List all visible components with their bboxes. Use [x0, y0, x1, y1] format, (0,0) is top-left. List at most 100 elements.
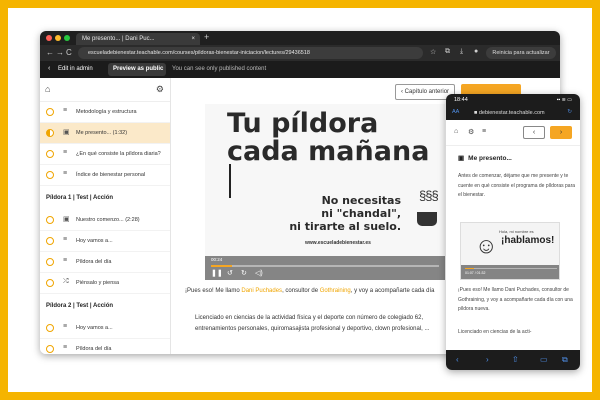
video-time: 00:24 [211, 257, 223, 262]
video-subtitle-line: No necesitas [321, 194, 401, 207]
sidebar-lecture-item[interactable]: ▣ Me presento... (1:32) [40, 123, 170, 144]
video-icon: ▣ [63, 216, 70, 223]
sidebar-item-label: Me presento... (1:32) [76, 130, 128, 136]
video-progress-bar[interactable] [211, 265, 439, 267]
phone-time: 18:44 [454, 97, 468, 103]
sidebar-lecture-item[interactable]: ≡ Píldora del día [40, 339, 170, 354]
minimize-window-button[interactable] [55, 35, 61, 41]
list-icon: ≡ [63, 257, 68, 264]
sidebar-lecture-item[interactable]: ≡ Hoy vamos a... [40, 231, 170, 252]
reload-icon[interactable]: ↻ [567, 109, 572, 115]
author-link[interactable]: Dani Puchades [241, 288, 282, 294]
phone-screen: 18:44 ▪▪ ≋ ▭ AA ■ debienestar.teachable.… [446, 94, 580, 370]
sidebar-lecture-item[interactable]: ≡ Índice de bienestar personal [40, 165, 170, 186]
sidebar-lecture-item[interactable]: ▣ Nuestro comenzo... (2:28) [40, 210, 170, 231]
intro-prefix: ¡Pues eso! Me llamo [185, 288, 242, 294]
sidebar-lecture-item[interactable]: ≡ Píldora del día [40, 252, 170, 273]
video-icon: ▣ [63, 129, 70, 136]
list-icon: ≡ [63, 323, 68, 330]
sidebar-lecture-item[interactable]: ≡ ¿En qué consiste la píldora diaria? [40, 144, 170, 165]
gear-icon[interactable]: ⚙ [156, 84, 164, 95]
tab-close-icon[interactable]: × [191, 33, 195, 45]
back-icon[interactable]: ← [46, 48, 54, 57]
phone-paragraph: ¡Pues eso! Me llamo Dani Puchades, consu… [458, 287, 573, 312]
video-title: Tu píldora cada mañana [227, 110, 429, 166]
video-subtitle-line: ni "chandal", [321, 207, 401, 220]
sidebar-item-label: Índice de bienestar personal [76, 172, 146, 178]
progress-circle-icon [46, 258, 54, 266]
home-icon[interactable]: ⌂ [45, 84, 50, 94]
phone-video-player[interactable]: ☺ Hola, mi nombre es ¡hablamos! 01:07 / … [460, 222, 560, 280]
signal-icon: ▪▪ ≋ ▭ [556, 97, 572, 103]
url-input[interactable]: escueladebienestar.teachable.com/courses… [78, 47, 423, 59]
list-icon: ≡ [63, 170, 68, 177]
phone-status-bar: 18:44 ▪▪ ≋ ▭ [446, 94, 580, 106]
gear-icon[interactable]: ⚙ [468, 128, 474, 136]
menu-icon[interactable]: ≡ [482, 128, 486, 135]
browser-tab[interactable]: Me presento... | Dani Puc... × [76, 33, 200, 45]
sidebar-lecture-item[interactable]: ≡ Hoy vamos a... [40, 318, 170, 339]
reload-icon[interactable]: C [66, 48, 72, 57]
video-progress-fill [211, 265, 232, 267]
forward-icon[interactable]: ↻ [241, 269, 247, 277]
preview-note: You can see only published content [172, 66, 267, 72]
video-title-line: Tu píldora [227, 108, 379, 139]
sidebar-lecture-item[interactable]: ⤮ Piénsalo y piensa [40, 273, 170, 294]
phone-toolbar: ⌂ ⚙ ≡ ‹ › [446, 120, 580, 146]
sidebar-item-label: Metodología y estructura [76, 109, 137, 115]
sidebar-item-label: Nuestro comenzo... (2:28) [76, 217, 140, 223]
phone-url[interactable]: ■ debienestar.teachable.com [474, 110, 545, 116]
share-icon[interactable]: ⇧ [512, 355, 519, 364]
profile-avatar-icon[interactable]: ● [474, 48, 478, 55]
list-icon: ≡ [63, 149, 68, 156]
tabs-icon[interactable]: ⧉ [562, 355, 568, 365]
sidebar-item-label: Píldora del día [76, 346, 112, 352]
sidebar-item-label: ¿En qué consiste la píldora diaria? [76, 151, 161, 157]
sidebar-item-label: Piénsalo y piensa [76, 280, 120, 286]
rewind-icon[interactable]: ↺ [227, 269, 233, 277]
video-site-text: www.escueladebienestar.es [305, 240, 371, 246]
edit-in-admin-link[interactable]: Edit in admin [58, 66, 93, 72]
video-controls: 00:24 ❚❚ ↺ ↻ ◁) [205, 256, 445, 280]
intro-text: ¡Pues eso! Me llamo Dani Puchades, consu… [185, 288, 435, 294]
sidebar-lecture-item[interactable]: ≡ Metodología y estructura [40, 102, 170, 123]
phone-url-bar[interactable]: AA ■ debienestar.teachable.com ↻ [446, 106, 580, 120]
phone-paragraph: Licenciado en ciencias de la acti- [458, 329, 532, 335]
update-button[interactable]: Reinicia para actualizar [486, 47, 556, 59]
reader-aa-button[interactable]: AA [452, 109, 459, 115]
phone-bottom-bar: ‹ › ⇧ ▭ ⧉ [446, 350, 580, 370]
download-icon[interactable]: ⤓ [460, 48, 463, 56]
thumb-headline: ¡hablamos! [501, 235, 555, 246]
home-icon[interactable]: ⌂ [454, 128, 458, 135]
bio-paragraph: Licenciado en ciencias de la actividad f… [195, 315, 430, 332]
progress-circle-icon [46, 171, 54, 179]
course-sidebar: ⌂ ⚙ ≡ Metodología y estructura ▣ Me present… [40, 78, 171, 354]
sidebar-item-label: Hoy vamos a... [76, 325, 113, 331]
back-icon[interactable]: ‹ [456, 355, 459, 364]
person-illustration-icon: ☺ [475, 233, 498, 258]
extensions-icon[interactable]: ⧉ [445, 48, 450, 56]
bookmark-star-icon[interactable]: ☆ [430, 48, 436, 56]
phone-prev-button[interactable]: ‹ [523, 126, 545, 139]
forward-icon[interactable]: › [486, 355, 489, 364]
phone-video-progress[interactable] [465, 268, 557, 269]
admin-bar: ‹ Edit in admin Preview as public ▾ You … [40, 61, 560, 85]
phone-next-button[interactable]: › [550, 126, 572, 139]
bookmarks-icon[interactable]: ▭ [540, 355, 548, 364]
back-arrow-icon[interactable]: ‹ [48, 65, 50, 72]
pause-icon[interactable]: ❚❚ [211, 269, 223, 277]
coffee-cup-icon [417, 212, 437, 226]
preview-dropdown[interactable]: Preview as public ▾ [108, 63, 166, 85]
volume-icon[interactable]: ◁) [255, 269, 263, 277]
list-icon: ≡ [63, 344, 68, 351]
video-player[interactable]: Tu píldora cada mañana No necesitas ni "… [205, 104, 445, 280]
video-subtitle-line: ni tirarte al suelo. [289, 220, 401, 233]
video-title-line: cada mañana [227, 136, 430, 167]
close-window-button[interactable] [46, 35, 52, 41]
steam-icon: §§§ [419, 188, 439, 203]
forward-icon[interactable]: → [56, 48, 64, 57]
maximize-window-button[interactable] [64, 35, 70, 41]
new-tab-button[interactable]: + [204, 32, 209, 42]
company-link[interactable]: Gothraining [320, 288, 351, 294]
video-icon: ▣ [458, 155, 465, 162]
